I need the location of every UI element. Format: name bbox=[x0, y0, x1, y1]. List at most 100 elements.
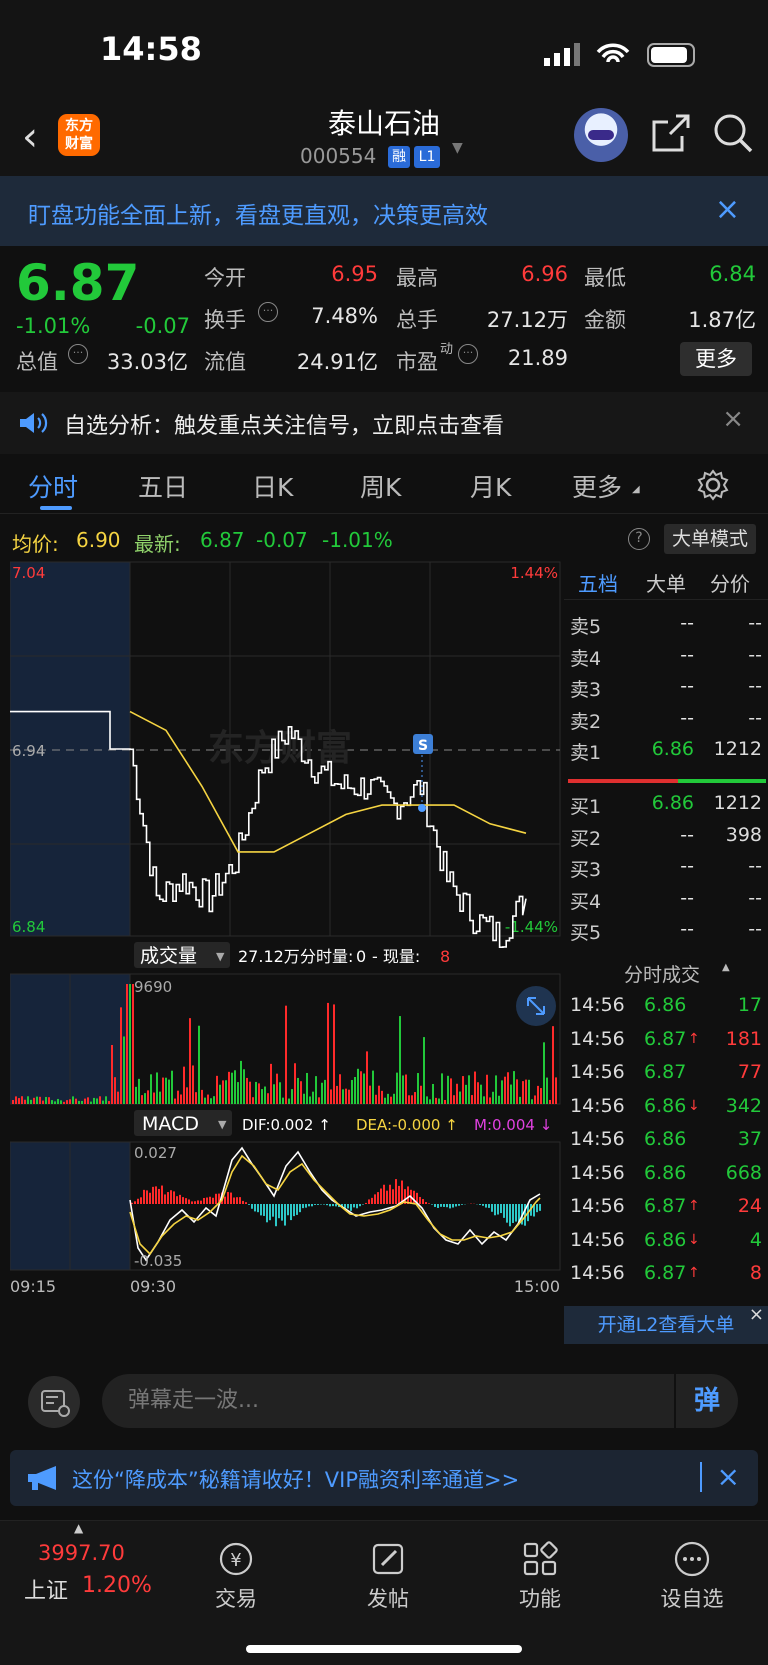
volume-bar bbox=[267, 1093, 269, 1104]
danmu-send-button[interactable]: 弹 bbox=[676, 1374, 738, 1428]
info-icon[interactable]: ··· bbox=[458, 344, 478, 364]
volume-bar bbox=[138, 1078, 140, 1104]
avg-value: 6.90 bbox=[76, 528, 121, 552]
search-icon[interactable] bbox=[712, 112, 754, 154]
nav-trade[interactable]: ¥ 交易 bbox=[176, 1539, 296, 1613]
macd-bar bbox=[269, 1204, 271, 1221]
tab-five-levels[interactable]: 五档 bbox=[578, 568, 618, 597]
close-icon[interactable]: × bbox=[722, 404, 744, 434]
stock-dropdown-icon[interactable]: ▼ bbox=[452, 140, 463, 156]
tab-big-orders[interactable]: 大单 bbox=[646, 568, 686, 597]
level-volume: 1212 bbox=[713, 738, 762, 760]
svg-text:¥: ¥ bbox=[230, 1550, 241, 1571]
volume-bar bbox=[456, 1083, 458, 1104]
feature-banner[interactable]: 盯盘功能全面上新，看盘更直观，决策更高效 × bbox=[0, 176, 768, 246]
volume-bar bbox=[81, 1100, 83, 1104]
trade-price: 6.86 bbox=[644, 1228, 687, 1251]
volume-bar bbox=[438, 1098, 440, 1104]
settings-gear-icon[interactable] bbox=[696, 468, 730, 502]
trade-arrow-icon: ↓ bbox=[688, 1097, 700, 1114]
amount-label: 金额 bbox=[584, 308, 626, 332]
macd-bar bbox=[485, 1204, 487, 1208]
trade-row: 14:56 6.86 ↓ 4 bbox=[564, 1225, 764, 1258]
help-icon[interactable]: ? bbox=[628, 528, 650, 550]
macd-bar bbox=[251, 1204, 253, 1209]
volume-bar bbox=[303, 1093, 305, 1104]
macd-bar bbox=[386, 1190, 388, 1204]
chevron-down-icon: ▼ bbox=[216, 950, 225, 963]
danmu-settings-icon[interactable] bbox=[28, 1376, 80, 1428]
volume-bar bbox=[231, 1072, 233, 1104]
tab-weekly-k[interactable]: 周K bbox=[360, 468, 401, 504]
stock-code[interactable]: 000554 bbox=[300, 144, 376, 168]
robot-avatar[interactable] bbox=[574, 108, 628, 162]
volume-bar bbox=[216, 1075, 218, 1104]
info-icon[interactable]: ··· bbox=[258, 302, 278, 322]
close-icon[interactable]: × bbox=[749, 1296, 764, 1334]
volume-bar bbox=[63, 1101, 65, 1104]
tab-daily-k[interactable]: 日K bbox=[252, 468, 293, 504]
trade-volume: 4 bbox=[749, 1228, 762, 1251]
index-value[interactable]: 3997.70 bbox=[38, 1541, 125, 1565]
price-mid-label: 6.94 bbox=[12, 742, 45, 760]
index-pct[interactable]: 1.20% bbox=[82, 1573, 152, 1598]
macd-bar bbox=[203, 1197, 205, 1204]
nav-add-watchlist[interactable]: 设自选 bbox=[632, 1539, 752, 1613]
volume-bar bbox=[378, 1085, 380, 1104]
volume-bar bbox=[396, 1072, 398, 1104]
ask-ratio-bar bbox=[568, 779, 678, 783]
volume-bar bbox=[390, 1096, 392, 1104]
more-button[interactable]: 更多 bbox=[680, 342, 752, 376]
trade-row: 14:56 6.87 ↑ 181 bbox=[564, 1024, 764, 1057]
amount-value: 1.87亿 bbox=[688, 308, 756, 332]
volume-bar bbox=[336, 1085, 338, 1104]
volume-bar bbox=[315, 1076, 317, 1104]
volume-bar bbox=[510, 1084, 512, 1104]
open-l2-button[interactable]: 开通L2查看大单 × bbox=[564, 1304, 768, 1344]
macd-bar bbox=[188, 1199, 190, 1204]
tab-intraday[interactable]: 分时 bbox=[28, 468, 78, 504]
nav-post[interactable]: 发帖 bbox=[328, 1539, 448, 1613]
macd-bar bbox=[335, 1204, 337, 1207]
big-order-mode-button[interactable]: 大单模式 bbox=[664, 524, 756, 554]
volume-bar bbox=[432, 1083, 434, 1104]
macd-bar bbox=[239, 1197, 241, 1204]
volume-bar bbox=[210, 1098, 212, 1104]
tab-five-day[interactable]: 五日 bbox=[138, 468, 188, 504]
tab-monthly-k[interactable]: 月K bbox=[470, 468, 511, 504]
volume-bar bbox=[72, 1096, 74, 1104]
volume-bar bbox=[291, 1089, 293, 1104]
macd-bar bbox=[206, 1197, 208, 1204]
nav-functions[interactable]: 功能 bbox=[480, 1539, 600, 1613]
volume-bar bbox=[111, 1045, 113, 1104]
share-icon[interactable] bbox=[650, 112, 692, 154]
promo-banner[interactable]: 这份“降成本”秘籍请收好！VIP融资利率通道>> × bbox=[10, 1450, 758, 1506]
book-row: 买4 -- -- bbox=[564, 883, 764, 916]
level-price: -- bbox=[680, 823, 694, 846]
volume-bar bbox=[522, 1081, 524, 1104]
volume-bar bbox=[528, 1079, 530, 1104]
macd-bar bbox=[281, 1204, 283, 1221]
trade-volume: 37 bbox=[737, 1128, 762, 1150]
volume-bar bbox=[264, 1086, 266, 1104]
chevron-up-icon[interactable]: ▲ bbox=[722, 962, 730, 973]
macd-bar bbox=[191, 1201, 193, 1204]
analysis-banner[interactable]: 自选分析：触发重点关注信号，立即点击查看 × bbox=[0, 392, 768, 454]
danmu-input[interactable]: 弹幕走一波... bbox=[102, 1374, 674, 1428]
volume-bar bbox=[168, 1079, 170, 1104]
close-icon[interactable]: × bbox=[715, 192, 740, 227]
index-name[interactable]: 上证 bbox=[24, 1573, 68, 1605]
latest-label: 最新: bbox=[134, 532, 181, 556]
tab-price-split[interactable]: 分价 bbox=[710, 568, 750, 597]
intraday-chart[interactable]: 东方财富 7.04 6.94 6.84 1.44% -1.44% S 成交量 ▼… bbox=[10, 560, 562, 1350]
trade-time: 14:56 bbox=[570, 1262, 625, 1284]
mktcap-label: 总值 bbox=[16, 350, 58, 374]
high-value: 6.96 bbox=[521, 262, 568, 286]
turnover-value: 7.48% bbox=[311, 304, 378, 328]
volume-value: 27.12万 bbox=[486, 308, 568, 332]
latest-pct: -1.01% bbox=[322, 528, 393, 552]
info-icon[interactable]: ··· bbox=[68, 344, 88, 364]
close-icon[interactable]: × bbox=[717, 1460, 740, 1493]
tab-more[interactable]: 更多 bbox=[572, 468, 622, 504]
pe-dynamic-sup: 动 bbox=[440, 342, 454, 357]
